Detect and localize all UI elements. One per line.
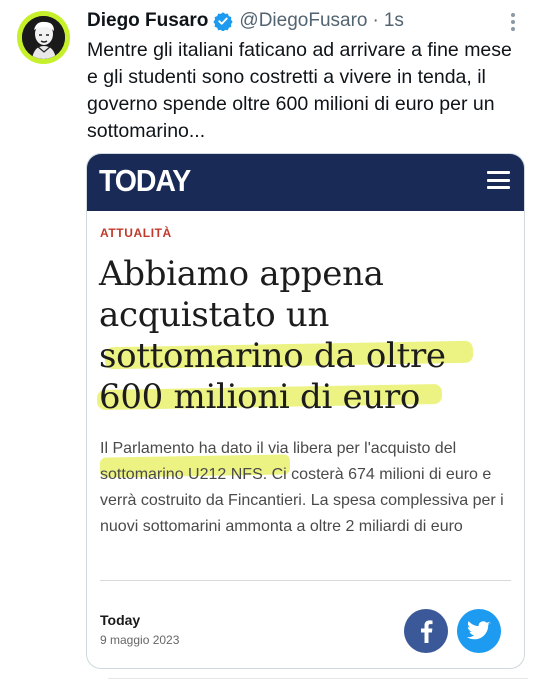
card-header-bar: TODAY: [87, 154, 524, 211]
article-category[interactable]: ATTUALITÀ: [100, 226, 172, 240]
author-handle[interactable]: @DiegoFusaro: [239, 10, 367, 32]
verified-badge-icon: [213, 11, 234, 31]
hamburger-menu-icon[interactable]: [487, 171, 510, 189]
article-date: 9 maggio 2023: [100, 633, 180, 647]
author-name[interactable]: Diego Fusaro: [87, 10, 208, 32]
article-source: Today: [100, 612, 141, 628]
twitter-share-button[interactable]: [457, 609, 501, 653]
facebook-icon: [421, 620, 433, 643]
article-summary: Il Parlamento ha dato il via libera per …: [100, 440, 504, 535]
tweet-header: Diego Fusaro @DiegoFusaro · 1s: [87, 10, 404, 32]
more-options-icon[interactable]: [510, 12, 516, 37]
separator-dot: ·: [372, 10, 379, 31]
card-divider: [100, 580, 511, 581]
tweet-timestamp[interactable]: 1s: [384, 10, 404, 32]
article-headline: Abbiamo appena acquistato un sottomarino…: [99, 254, 446, 417]
link-preview-card[interactable]: TODAY ATTUALITÀ Abbiamo appena acquistat…: [86, 153, 525, 669]
tweet-separator-line: [108, 678, 528, 679]
facebook-share-button[interactable]: [404, 609, 448, 653]
tweet-text: Mentre gli italiani faticano ad arrivare…: [87, 39, 512, 142]
author-avatar[interactable]: [17, 11, 70, 64]
twitter-bird-icon: [467, 621, 491, 640]
today-logo: TODAY: [99, 163, 191, 198]
avatar-portrait: [22, 16, 65, 59]
